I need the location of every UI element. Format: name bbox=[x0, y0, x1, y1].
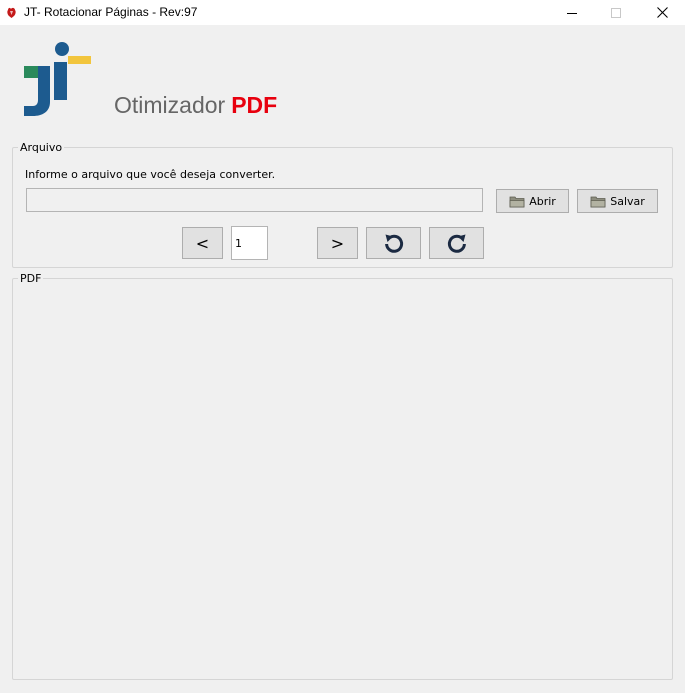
close-icon bbox=[656, 7, 668, 18]
rotate-left-icon bbox=[384, 234, 403, 253]
next-page-label: > bbox=[330, 233, 345, 253]
window-title: JT- Rotacionar Páginas - Rev:97 bbox=[24, 5, 198, 19]
arquivo-group-label: Arquivo bbox=[20, 141, 63, 154]
minimize-icon bbox=[567, 12, 577, 14]
open-button[interactable]: Abrir bbox=[496, 189, 569, 213]
page-number-input[interactable] bbox=[231, 226, 268, 260]
next-page-button[interactable]: > bbox=[317, 227, 358, 259]
save-button[interactable]: Salvar bbox=[577, 189, 658, 213]
instruction-label: Informe o arquivo que você deseja conver… bbox=[25, 168, 276, 181]
rotate-right-button[interactable] bbox=[429, 227, 484, 259]
close-button[interactable] bbox=[639, 0, 685, 25]
pdf-preview-group: PDF bbox=[12, 272, 673, 680]
rotate-right-icon bbox=[447, 234, 466, 253]
previous-page-button[interactable]: < bbox=[182, 227, 223, 259]
app-name: Otimizador PDF bbox=[114, 92, 277, 119]
folder-icon bbox=[509, 196, 525, 207]
title-bar: JT- Rotacionar Páginas - Rev:97 bbox=[0, 0, 685, 25]
previous-page-label: < bbox=[195, 233, 210, 253]
open-button-label: Abrir bbox=[529, 194, 556, 208]
minimize-button[interactable] bbox=[549, 0, 595, 25]
app-name-text: Otimizador bbox=[114, 92, 226, 118]
folder-icon bbox=[590, 196, 606, 207]
app-name-highlight: PDF bbox=[231, 92, 278, 118]
jt-logo-icon bbox=[24, 42, 91, 116]
pdf-group-label: PDF bbox=[20, 272, 42, 285]
app-icon bbox=[7, 7, 16, 18]
rotate-left-button[interactable] bbox=[366, 227, 421, 259]
file-path-input[interactable] bbox=[26, 188, 483, 212]
save-button-label: Salvar bbox=[610, 194, 645, 208]
maximize-button[interactable] bbox=[593, 0, 639, 25]
maximize-icon bbox=[611, 7, 621, 18]
